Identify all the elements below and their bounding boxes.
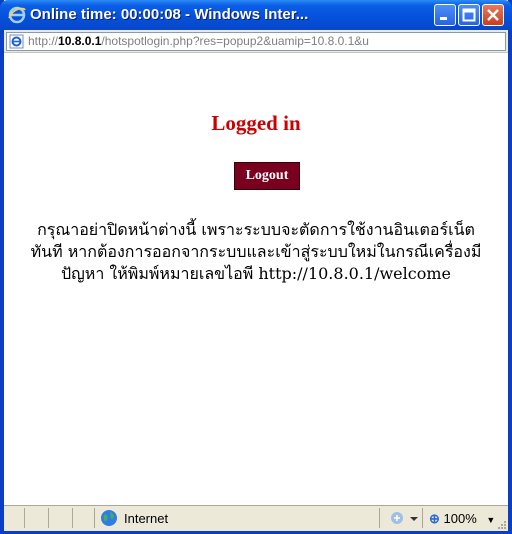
close-button[interactable] [482, 4, 504, 26]
status-divider [379, 508, 380, 528]
status-divider [72, 508, 73, 528]
logout-button[interactable]: Logout [234, 162, 300, 190]
status-bar: Internet ⊕ 100% ▼ [4, 505, 508, 531]
title-bar[interactable]: Online time: 00:00:08 - Windows Inter... [0, 0, 512, 30]
minimize-icon [440, 17, 447, 20]
maximize-button[interactable] [458, 4, 480, 26]
resize-grip-icon[interactable] [497, 520, 507, 530]
internet-explorer-icon [8, 6, 26, 24]
zoom-control[interactable]: ⊕ 100% ▼ [429, 511, 495, 527]
browser-window: Online time: 00:00:08 - Windows Inter...… [0, 0, 512, 534]
globe-icon [101, 510, 117, 526]
page-title: Logged in [211, 111, 301, 135]
status-divider [24, 508, 25, 528]
chevron-down-icon: ▼ [486, 515, 496, 525]
zoom-level: 100% [443, 511, 477, 526]
zoom-icon: ⊕ [429, 511, 440, 526]
minimize-button[interactable] [434, 4, 456, 26]
status-divider [48, 508, 49, 528]
page-icon [9, 34, 24, 49]
status-divider [422, 508, 423, 528]
close-icon [487, 9, 499, 21]
security-icon[interactable] [390, 510, 420, 526]
address-bar: http://10.8.0.1/hotspotlogin.php?res=pop… [4, 30, 508, 53]
security-zone-label: Internet [124, 511, 169, 526]
address-field[interactable]: http://10.8.0.1/hotspotlogin.php?res=pop… [6, 32, 506, 51]
url-text: http://10.8.0.1/hotspotlogin.php?res=pop… [28, 34, 369, 48]
status-divider [94, 508, 95, 528]
page-content: Logged in Logout กรุณาอย่าปิดหน้าต่างนี้… [4, 53, 508, 505]
notice-message: กรุณาอย่าปิดหน้าต่างนี้ เพราะระบบจะตัดกา… [30, 220, 482, 283]
maximize-icon [462, 8, 476, 22]
window-title: Online time: 00:00:08 - Windows Inter... [30, 6, 309, 23]
